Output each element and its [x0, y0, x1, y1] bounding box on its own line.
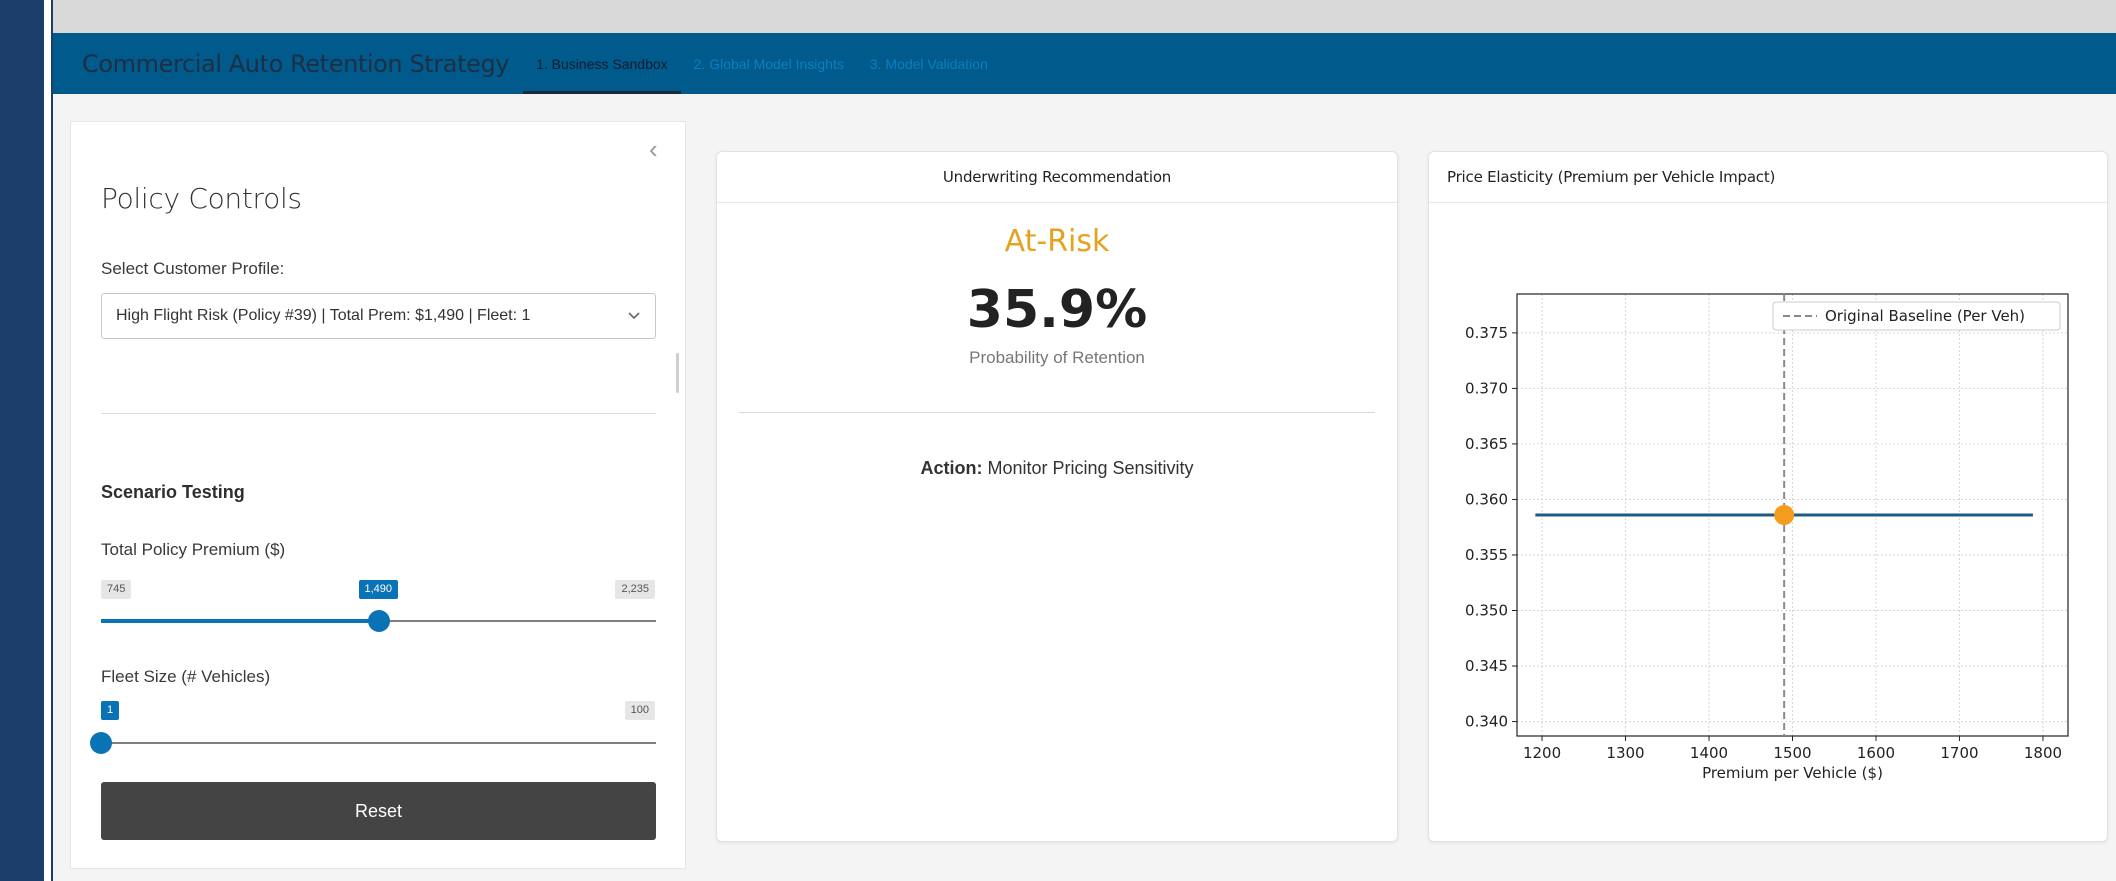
premium-min-tag: 745: [101, 580, 132, 599]
tab-model-validation[interactable]: 3. Model Validation: [857, 33, 1001, 94]
y-tick-label: 0.340: [1465, 713, 1508, 731]
x-tick-label: 1200: [1523, 744, 1561, 762]
fleet-value-tag: 1: [101, 701, 120, 720]
current-point-marker: [1774, 505, 1795, 525]
y-tick-label: 0.370: [1465, 379, 1508, 397]
x-tick-label: 1400: [1690, 744, 1728, 762]
action-value: Monitor Pricing Sensitivity: [987, 458, 1194, 478]
scenario-testing-title: Scenario Testing: [101, 482, 245, 502]
sidebar-divider: [101, 413, 656, 414]
underwriting-recommendation-card: Underwriting Recommendation At-Risk 35.9…: [716, 151, 1398, 842]
premium-max-tag: 2,235: [615, 580, 655, 599]
sidebar-title: Policy Controls: [101, 182, 302, 215]
fleet-slider[interactable]: [90, 732, 656, 754]
retention-probability-label: Probability of Retention: [969, 348, 1145, 367]
premium-slider-handle[interactable]: [367, 610, 390, 632]
fleet-max-tag: 100: [624, 701, 655, 720]
tab-global-model-insights[interactable]: 2. Global Model Insights: [681, 33, 857, 94]
customer-profile-select[interactable]: High Flight Risk (Policy #39) | Total Pr…: [101, 293, 656, 339]
app-title: Commercial Auto Retention Strategy: [82, 49, 510, 78]
price-elasticity-card: Price Elasticity (Premium per Vehicle Im…: [1428, 151, 2108, 842]
elasticity-header: Price Elasticity (Premium per Vehicle Im…: [1429, 152, 2107, 203]
y-tick-label: 0.375: [1465, 324, 1508, 342]
policy-controls-sidebar: ‹ Policy Controls Select Customer Profil…: [70, 121, 686, 869]
collapse-sidebar-icon[interactable]: ‹: [649, 134, 658, 165]
price-elasticity-chart: 1200 1300 1400 1500 1600 1700 1800 0.340 0.345 0.…: [1465, 293, 2069, 782]
legend-label: Original Baseline (Per Veh): [1825, 307, 2025, 325]
y-tick-label: 0.350: [1465, 602, 1508, 620]
action-text: Action: Monitor Pricing Sensitivity: [717, 458, 1397, 479]
y-tick-label: 0.365: [1465, 435, 1508, 453]
x-tick-label: 1600: [1857, 744, 1895, 762]
y-tick-label: 0.345: [1465, 657, 1508, 675]
x-tick-label: 1300: [1606, 744, 1644, 762]
x-tick-label: 1500: [1773, 744, 1811, 762]
x-tick-label: 1700: [1940, 744, 1978, 762]
window-top-strip: [53, 0, 2116, 33]
reset-button[interactable]: Reset: [101, 782, 656, 840]
fleet-slider-handle[interactable]: [90, 732, 112, 754]
x-tick-label: 1800: [2024, 744, 2062, 762]
tab-business-sandbox[interactable]: 1. Business Sandbox: [523, 33, 681, 94]
profile-label: Select Customer Profile:: [101, 259, 285, 278]
window-left-rail: [0, 0, 44, 881]
premium-value-tag: 1,490: [358, 580, 399, 599]
risk-status: At-Risk: [1004, 224, 1110, 259]
tab-bar: 1. Business Sandbox 2. Global Model Insi…: [523, 33, 1001, 94]
recommendation-header: Underwriting Recommendation: [717, 152, 1397, 203]
premium-slider[interactable]: [101, 610, 656, 632]
premium-slider-fill: [101, 619, 379, 623]
retention-probability: 35.9%: [966, 280, 1148, 340]
chevron-down-icon: [628, 312, 640, 320]
y-tick-label: 0.360: [1465, 490, 1508, 508]
x-axis-label: Premium per Vehicle ($): [1702, 764, 1883, 782]
fleet-slider-label: Fleet Size (# Vehicles): [101, 667, 271, 686]
premium-slider-label: Total Policy Premium ($): [101, 540, 286, 559]
app-header: Commercial Auto Retention Strategy 1. Bu…: [53, 33, 2116, 94]
y-tick-label: 0.355: [1465, 546, 1508, 564]
recommendation-divider: [739, 412, 1375, 413]
action-prefix: Action:: [920, 458, 983, 478]
customer-profile-value: High Flight Risk (Policy #39) | Total Pr…: [116, 307, 531, 324]
sidebar-scrollbar[interactable]: [676, 353, 679, 393]
